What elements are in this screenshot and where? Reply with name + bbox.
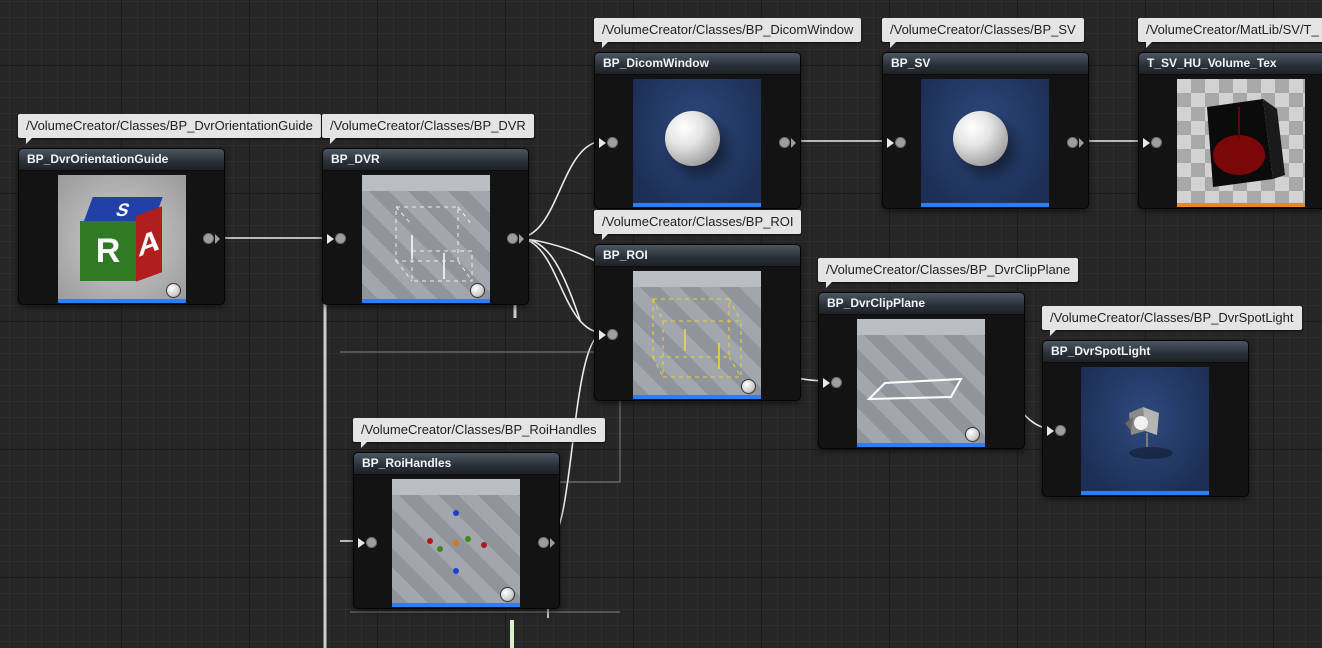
- path-tooltip-spot: /VolumeCreator/Classes/BP_DvrSpotLight: [1042, 306, 1302, 336]
- output-pin[interactable]: [538, 537, 555, 548]
- preview-ball-icon: [166, 283, 181, 298]
- thumbnail-volume-texture: [1177, 79, 1305, 207]
- path-tooltip-clip: /VolumeCreator/Classes/BP_DvrClipPlane: [818, 258, 1079, 288]
- letter-cube-icon: S R A: [76, 197, 166, 287]
- thumbnail-accent-bar: [392, 603, 520, 607]
- node-orientation-guide[interactable]: BP_DvrOrientationGuide S R A: [18, 148, 225, 305]
- node-clip-plane[interactable]: BP_DvrClipPlane: [818, 292, 1025, 449]
- node-dicom-window[interactable]: BP_DicomWindow: [594, 52, 801, 209]
- output-pin[interactable]: [507, 233, 524, 244]
- wire-box-icon: [395, 206, 473, 282]
- path-tooltip-roi: /VolumeCreator/Classes/BP_ROI: [594, 210, 802, 240]
- sphere-icon: [953, 111, 1008, 166]
- thumbnail-accent-bar: [1177, 203, 1305, 207]
- path-tooltip-handles: /VolumeCreator/Classes/BP_RoiHandles: [353, 418, 605, 448]
- node-title: T_SV_HU_Volume_Tex: [1139, 53, 1322, 75]
- node-title: BP_DvrSpotLight: [1043, 341, 1248, 363]
- preview-ball-icon: [965, 427, 980, 442]
- thumbnail-wire-box: [362, 175, 490, 303]
- sphere-icon: [665, 111, 720, 166]
- thumbnail-accent-bar: [857, 443, 985, 447]
- node-sv[interactable]: BP_SV: [882, 52, 1089, 209]
- path-tooltip-orientation: /VolumeCreator/Classes/BP_DvrOrientation…: [18, 114, 321, 144]
- thumbnail-plane: [857, 319, 985, 447]
- wire-dvr-roi: [516, 237, 605, 334]
- input-pin[interactable]: [887, 137, 906, 148]
- path-tooltip-sv: /VolumeCreator/Classes/BP_SV: [882, 18, 1084, 48]
- input-pin[interactable]: [1143, 137, 1162, 148]
- node-title: BP_DVR: [323, 149, 528, 171]
- cube-face-side: A: [136, 206, 162, 282]
- thumbnail-sphere: [633, 79, 761, 207]
- node-dvr[interactable]: BP_DVR: [322, 148, 529, 305]
- wire-dvr-dicom: [516, 140, 605, 239]
- clip-plane-icon: [866, 377, 963, 401]
- thumbnail-sphere: [921, 79, 1049, 207]
- output-pin[interactable]: [1067, 137, 1084, 148]
- node-title: BP_RoiHandles: [354, 453, 559, 475]
- thumbnail-accent-bar: [633, 203, 761, 207]
- thumbnail-accent-bar: [362, 299, 490, 303]
- graph-canvas[interactable]: /VolumeCreator/Classes/BP_DvrOrientation…: [0, 0, 1322, 648]
- node-title: BP_DvrOrientationGuide: [19, 149, 224, 171]
- roi-box-icon: [652, 298, 742, 378]
- node-title: BP_DvrClipPlane: [819, 293, 1024, 315]
- spotlight-icon: [1125, 407, 1173, 459]
- node-roi-handles[interactable]: BP_RoiHandles: [353, 452, 560, 609]
- node-volume-texture[interactable]: T_SV_HU_Volume_Tex: [1138, 52, 1322, 209]
- cube-face-front: R: [80, 221, 136, 281]
- thumbnail-letter-cube: S R A: [58, 175, 186, 303]
- thumbnail-accent-bar: [633, 395, 761, 399]
- node-title: BP_DicomWindow: [595, 53, 800, 75]
- thumbnail-spotlight: [1081, 367, 1209, 495]
- preview-ball-icon: [500, 587, 515, 602]
- node-title: BP_SV: [883, 53, 1088, 75]
- thumbnail-accent-bar: [58, 299, 186, 303]
- path-tooltip-dvr: /VolumeCreator/Classes/BP_DVR: [322, 114, 534, 144]
- input-pin[interactable]: [327, 233, 346, 244]
- path-tooltip-tex: /VolumeCreator/MatLib/SV/T_: [1138, 18, 1322, 48]
- input-pin[interactable]: [823, 377, 842, 388]
- thumbnail-accent-bar: [1081, 491, 1209, 495]
- node-spot-light[interactable]: BP_DvrSpotLight: [1042, 340, 1249, 497]
- input-pin[interactable]: [358, 537, 377, 548]
- input-pin[interactable]: [1047, 425, 1066, 436]
- thumbnail-accent-bar: [921, 203, 1049, 207]
- thumbnail-wire-box-yellow: [633, 271, 761, 399]
- thumbnail-handles: [392, 479, 520, 607]
- volume-cube-icon: [1207, 99, 1285, 187]
- preview-ball-icon: [470, 283, 485, 298]
- output-pin[interactable]: [779, 137, 796, 148]
- preview-ball-icon: [741, 379, 756, 394]
- path-tooltip-dicom: /VolumeCreator/Classes/BP_DicomWindow: [594, 18, 862, 48]
- handles-icon: [427, 510, 487, 574]
- node-roi[interactable]: BP_ROI: [594, 244, 801, 401]
- node-title: BP_ROI: [595, 245, 800, 267]
- input-pin[interactable]: [599, 137, 618, 148]
- output-pin[interactable]: [203, 233, 220, 244]
- input-pin[interactable]: [599, 329, 618, 340]
